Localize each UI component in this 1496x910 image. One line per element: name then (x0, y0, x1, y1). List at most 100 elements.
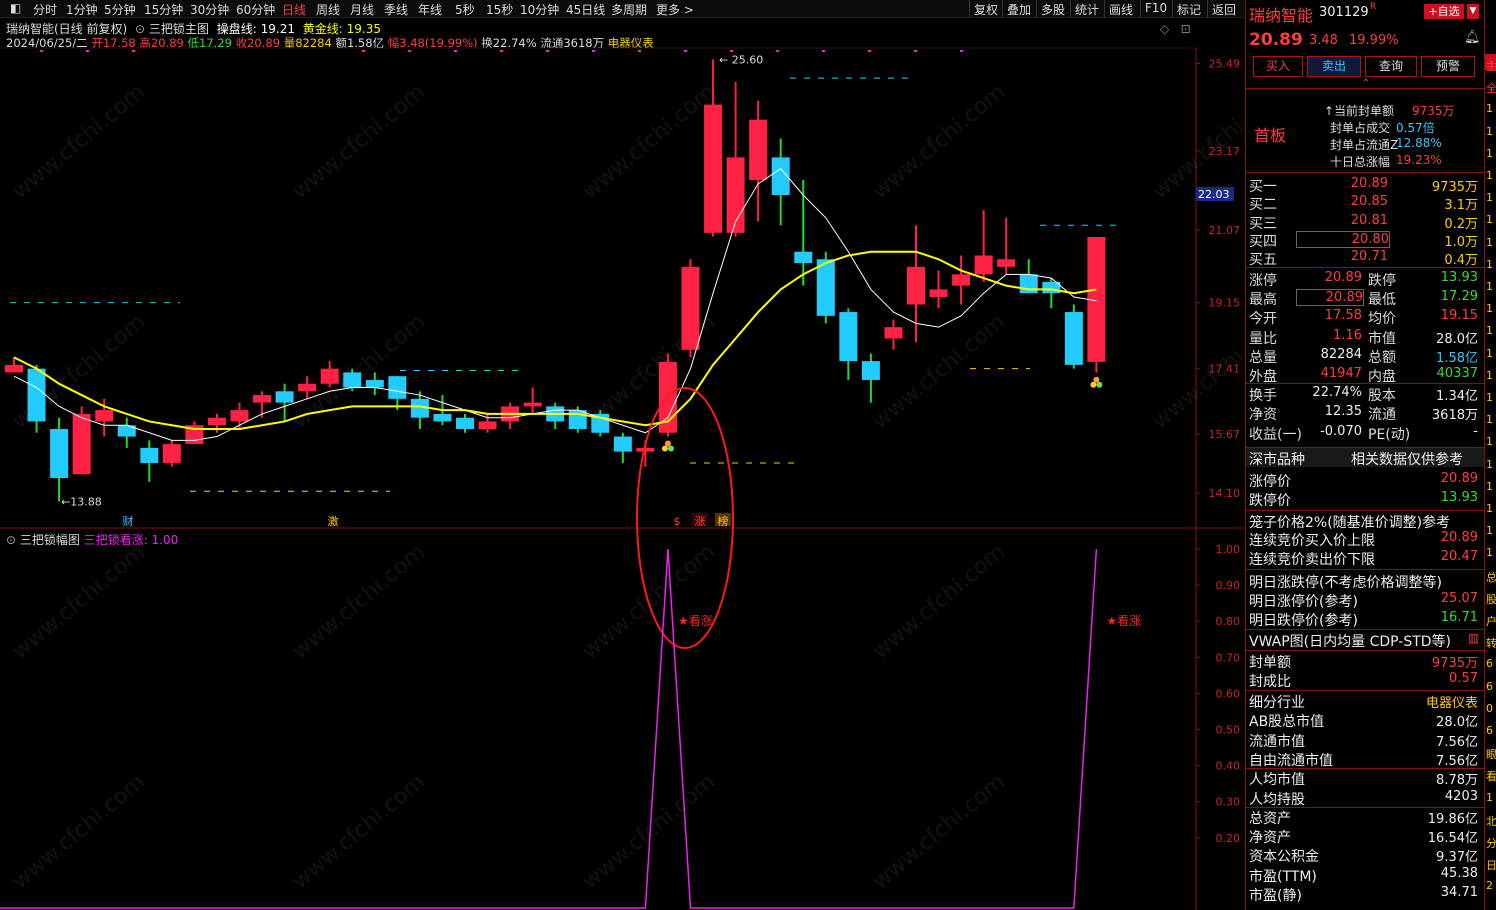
stat-label: 净资 (1249, 407, 1277, 424)
stat-label: 流通 (1368, 407, 1396, 424)
sub-axis-label: 0.20 (1216, 832, 1241, 845)
edge-glyph: 全 (1486, 82, 1496, 96)
buy-button[interactable]: 买入 (1253, 56, 1303, 77)
query-button[interactable]: 查询 (1365, 56, 1417, 77)
stock-info-panel: 瑞纳智能 301129 R +自选 ▼ 20.89 3.48 19.99% 🔔︎… (1245, 0, 1484, 910)
period-low-label: ←13.88 (61, 495, 102, 508)
stat-value: 17.29 (1440, 289, 1478, 305)
tomorrow-price-label: 明日跌停价(参考) (1249, 613, 1358, 629)
bid-price[interactable]: 20.85 (1296, 194, 1388, 209)
watermark-text: www.cfchi.com (868, 769, 1010, 894)
signal-clover-icon (1096, 381, 1103, 388)
stat-value: 20.89 (1296, 289, 1364, 307)
top-marker-dot (684, 50, 687, 52)
bid-volume: 0.2万 (1444, 216, 1478, 232)
price-axis-label: 23.17 (1209, 145, 1241, 158)
signal-clover-icon (1090, 381, 1097, 388)
top-marker-dot (822, 50, 825, 52)
stat-value: 17.58 (1324, 308, 1362, 324)
stat-label: 收益(一) (1249, 426, 1302, 443)
bid-label: 买二 (1249, 197, 1277, 214)
sub-axis-label: 0.60 (1216, 687, 1241, 700)
price-axis-label: 17.41 (1209, 362, 1241, 375)
bid-price[interactable]: 20.89 (1296, 176, 1388, 191)
candle-body (952, 274, 971, 286)
golden-line (13, 250, 1097, 431)
tomorrow-price-value: 25.07 (1440, 591, 1478, 606)
fundamental-row-value: 34.71 (1440, 885, 1478, 900)
bid-price[interactable]: 20.71 (1296, 249, 1388, 264)
signal-label: ★看涨 (1106, 613, 1141, 628)
sub-chart-title[interactable]: 三把锁幅图 (20, 533, 80, 547)
top-marker-dot (592, 50, 595, 52)
edge-glyph: 1 (1486, 524, 1493, 538)
panel-divider (1246, 690, 1484, 691)
watermark-text: www.cfchi.com (8, 79, 150, 204)
stat-label: 均价 (1368, 311, 1396, 328)
sub-axis-label: 1.00 (1216, 543, 1241, 556)
fundamental-row-value: 28.0亿 (1436, 715, 1478, 731)
edge-glyph: 1 (1486, 368, 1493, 382)
panel-divider (1246, 383, 1484, 385)
chart-icon[interactable]: ▥ (1468, 631, 1479, 645)
stat-value: 1.34亿 (1436, 389, 1478, 405)
watermark-text: www.cfchi.com (868, 539, 1010, 664)
tomorrow-price-value: 16.71 (1440, 610, 1478, 625)
edge-glyph: 0 (1486, 701, 1493, 715)
fundamental-row-label: 资本公积金 (1249, 849, 1319, 866)
edge-glyph: 1 (1486, 790, 1493, 804)
edge-glyph: 日 (1486, 859, 1496, 873)
sub-axis-label: 0.80 (1216, 615, 1241, 628)
candle-body (907, 266, 925, 305)
alert-button[interactable]: 预警 (1421, 56, 1475, 77)
watermark-text: www.cfchi.com (868, 79, 1010, 204)
edge-glyph: 1 (1486, 346, 1493, 360)
stat-label: PE(动) (1368, 426, 1411, 443)
stat-label: 最高 (1249, 292, 1277, 309)
candle-body (320, 368, 339, 384)
bid-volume: 0.4万 (1444, 253, 1478, 269)
kline-chart[interactable]: www.cfchi.com www.cfchi.com www.cfchi.com w… (0, 0, 1244, 910)
stat-value: - (1473, 423, 1478, 439)
stat-label: 总额 (1368, 349, 1396, 366)
bid-label: 买四 (1249, 233, 1277, 250)
fundamental-row-value: 45.38 (1440, 865, 1478, 881)
add-watchlist-button[interactable]: +自选 (1424, 4, 1464, 19)
sell-button[interactable]: 卖出 (1307, 56, 1361, 77)
candle-body (365, 379, 384, 388)
edge-glyph: 1 (1486, 546, 1493, 560)
candle-body (27, 368, 46, 422)
settings-icon[interactable]: ⊙ (6, 533, 16, 547)
bell-icon[interactable]: 🔔︎ (1464, 30, 1481, 45)
edge-glyph: 1 (1486, 169, 1493, 182)
candle-body (72, 413, 91, 475)
edge-glyph: 6 (1486, 679, 1493, 693)
fundamental-row-label: AB股总市值 (1249, 714, 1325, 731)
candle-body (5, 364, 23, 373)
top-marker-dot (454, 50, 457, 52)
event-marker: 财 (123, 514, 134, 528)
bid-price[interactable]: 20.81 (1296, 213, 1388, 228)
seal-info-label: 封单占流通Z (1330, 138, 1399, 152)
bid-label: 买一 (1249, 179, 1277, 195)
fundamental-row-value: 8.78万 (1436, 773, 1478, 789)
candle-body (704, 104, 723, 233)
edge-glyph: 1 (1486, 413, 1493, 427)
sub-axis-label: 0.30 (1216, 796, 1241, 809)
candle-body (636, 447, 655, 452)
chevron-down-icon[interactable]: ▼ (1467, 4, 1479, 19)
candle-body (230, 410, 249, 422)
edge-glyph: 1 (1486, 391, 1493, 404)
bid-price[interactable]: 20.80 (1296, 230, 1390, 248)
top-marker-dot (408, 50, 411, 52)
vwap-link[interactable]: VWAP图(日内均量 CDP-STD等) (1249, 631, 1451, 651)
candle-body (298, 383, 317, 392)
edge-glyph: 1 (1486, 213, 1493, 227)
cage-price-value: 20.47 (1440, 549, 1478, 564)
fundamental-row-value: 9.37亿 (1436, 850, 1478, 866)
edge-glyph: 1 (1486, 457, 1493, 471)
signal-clover-icon (667, 445, 674, 452)
cage-price-value: 20.89 (1440, 530, 1478, 545)
top-marker-dot (868, 50, 871, 52)
stock-code: 301129 (1319, 5, 1369, 20)
